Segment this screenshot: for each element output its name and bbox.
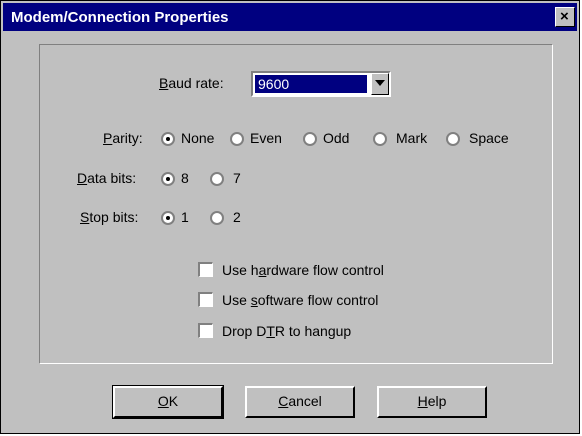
parity-odd-radio[interactable] — [303, 132, 317, 146]
parity-space-label: Space — [469, 130, 509, 146]
ok-button[interactable]: OK — [112, 385, 224, 419]
parity-mark-label: Mark — [396, 130, 428, 146]
chevron-down-icon — [375, 80, 385, 86]
parity-odd-label: Odd — [323, 130, 350, 146]
cancel-button[interactable]: Cancel — [245, 386, 355, 418]
close-button[interactable]: × — [555, 7, 575, 27]
stop-bits-1-radio[interactable] — [161, 211, 175, 225]
drop-dtr-checkbox[interactable] — [198, 323, 213, 338]
data-bits-8-radio[interactable] — [161, 172, 175, 186]
baud-rate-value: 9600 — [255, 75, 367, 93]
modem-properties-dialog: Modem/Connection Properties × Baud rate:… — [0, 0, 580, 434]
parity-even-radio[interactable] — [230, 132, 244, 146]
stop-bits-2-radio[interactable] — [210, 211, 224, 225]
baud-rate-label: Baud rate: — [159, 75, 224, 91]
baud-rate-select[interactable]: 9600 — [251, 71, 391, 97]
data-bits-8-label: 8 — [181, 170, 189, 186]
stop-bits-1-label: 1 — [181, 209, 189, 225]
parity-none-label: None — [181, 130, 215, 146]
drop-dtr-label: Drop DTR to hangup — [222, 323, 352, 339]
stop-bits-2-label: 2 — [233, 209, 241, 225]
close-icon: × — [560, 8, 569, 25]
window-title: Modem/Connection Properties — [11, 9, 229, 26]
software-flow-label: Use software flow control — [222, 292, 379, 308]
parity-none-radio[interactable] — [161, 132, 175, 146]
data-bits-7-label: 7 — [233, 170, 241, 186]
parity-label: Parity: — [103, 130, 143, 146]
parity-mark-radio[interactable] — [373, 132, 387, 146]
dropdown-button[interactable] — [371, 73, 389, 95]
hardware-flow-checkbox[interactable] — [198, 262, 213, 277]
stop-bits-label: Stop bits: — [80, 209, 139, 225]
parity-even-label: Even — [250, 130, 282, 146]
software-flow-checkbox[interactable] — [198, 292, 213, 307]
hardware-flow-label: Use hardware flow control — [222, 262, 384, 278]
parity-space-radio[interactable] — [446, 132, 460, 146]
data-bits-label: Data bits: — [77, 170, 137, 186]
help-button[interactable]: Help — [377, 386, 487, 418]
title-bar[interactable]: Modem/Connection Properties × — [3, 3, 577, 31]
data-bits-7-radio[interactable] — [210, 172, 224, 186]
